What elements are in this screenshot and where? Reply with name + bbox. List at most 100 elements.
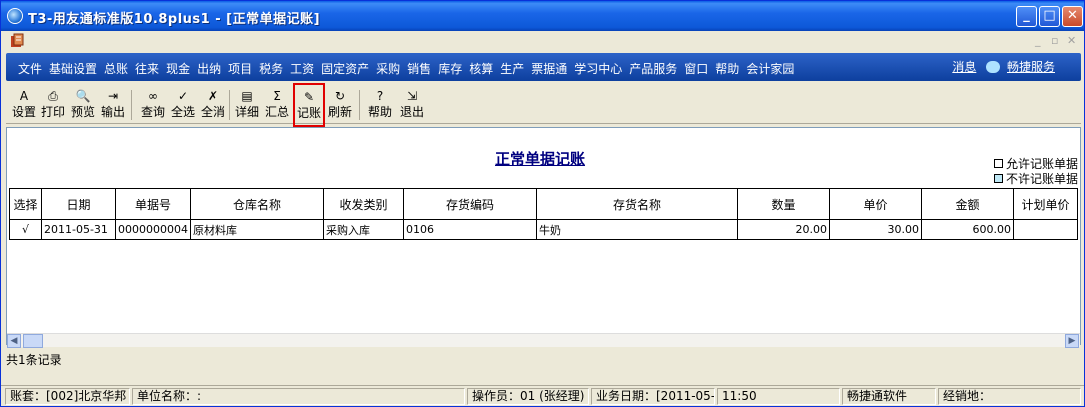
column-header[interactable]: 金额 [921, 188, 1014, 220]
app-window: T3-用友通标准版10.8plus1 - [正常单据记账] _ □ ✕ _ ▫ … [0, 0, 1085, 407]
status-unit: 单位名称：: [132, 388, 465, 405]
summary-icon: Σ [273, 89, 281, 103]
toolbar-button[interactable]: 🔍 预览 [69, 89, 97, 121]
table-cell[interactable]: √ [9, 219, 42, 240]
menu-item[interactable]: 出纳 [197, 60, 221, 77]
toolbar-separator [229, 90, 230, 120]
menu-item[interactable]: 文件 [18, 60, 42, 77]
menu-item[interactable]: 窗口 [684, 60, 708, 77]
toolbar-button[interactable]: Σ 汇总 [263, 89, 291, 121]
column-header[interactable]: 单价 [829, 188, 922, 220]
table-cell[interactable] [1013, 219, 1078, 240]
column-header[interactable]: 存货编码 [403, 188, 537, 220]
menu-item[interactable]: 税务 [259, 60, 283, 77]
column-header[interactable]: 单据号 [115, 188, 191, 220]
legend-not-allowed-label: 不许记账单据 [1005, 172, 1078, 186]
legend: 允许记账单据 不许记账单据 [993, 157, 1078, 187]
toolbar-button[interactable]: ✎ 记账 [293, 83, 325, 127]
menu-item[interactable]: 核算 [469, 60, 493, 77]
menu-item[interactable]: 现金 [166, 60, 190, 77]
binoculars-icon: ∞ [148, 89, 158, 103]
column-header[interactable]: 存货名称 [536, 188, 738, 220]
toolbar-button[interactable]: ? 帮助 [366, 89, 394, 121]
column-header[interactable]: 计划单价 [1013, 188, 1078, 220]
table-cell[interactable]: 原材料库 [190, 219, 324, 240]
menu-item[interactable]: 销售 [407, 60, 431, 77]
column-header[interactable]: 收发类别 [323, 188, 404, 220]
column-header[interactable]: 数量 [737, 188, 830, 220]
menu-item[interactable]: 学习中心 [574, 60, 622, 77]
table-cell[interactable]: 0000000004 [115, 219, 191, 240]
service-link[interactable]: 畅捷服务 [1007, 60, 1055, 74]
menu-item[interactable]: 产品服务 [629, 60, 677, 77]
table-cell[interactable]: 牛奶 [536, 219, 738, 240]
column-header[interactable]: 选择 [9, 188, 42, 220]
detail-icon: ▤ [241, 89, 253, 103]
menu-item[interactable]: 往来 [135, 60, 159, 77]
mdi-restore-icon[interactable]: ▫ [1051, 34, 1058, 47]
menu-item[interactable]: 库存 [438, 60, 462, 77]
menu-item[interactable]: 总账 [104, 60, 128, 77]
record-count: 共1条记录 [6, 353, 62, 367]
toolbar-button-label: 刷新 [327, 105, 352, 119]
maximize-button[interactable]: □ [1039, 6, 1060, 27]
legend-allowed: 允许记账单据 [993, 157, 1078, 172]
table-row[interactable]: √ 2011-05-31 0000000004 原材料库 采购入库 0106 牛奶 20.00… [9, 219, 1078, 240]
menu-item[interactable]: 工资 [290, 60, 314, 77]
menu-item[interactable]: 票据通 [531, 60, 567, 77]
close-button[interactable]: ✕ [1062, 6, 1083, 27]
toolbar-button[interactable]: ✓ 全选 [169, 89, 197, 121]
menu-item[interactable]: 固定资产 [321, 60, 369, 77]
menu-item[interactable]: 采购 [376, 60, 400, 77]
column-header[interactable]: 仓库名称 [190, 188, 324, 220]
table-cell[interactable]: 30.00 [829, 219, 922, 240]
toolbar-button-label: 设置 [11, 105, 36, 119]
toolbar-button[interactable]: ⎙ 打印 [39, 89, 67, 121]
status-distributor: 经销地： [938, 388, 1081, 405]
scroll-right-icon[interactable]: ▶ [1065, 334, 1079, 348]
mdi-minimize-icon[interactable]: _ [1035, 34, 1041, 47]
menu-item[interactable]: 会计家园 [746, 60, 794, 77]
message-link[interactable]: 消息 [952, 60, 976, 74]
toolbar-button[interactable]: ∞ 查询 [139, 89, 167, 121]
toolbar-button-label: 详细 [234, 105, 259, 119]
toolbar-button[interactable]: ▤ 详细 [233, 89, 261, 121]
toolbar-button-label: 退出 [399, 105, 424, 119]
table-header-row: 选择 日期 单据号 仓库名称 收发类别 存货编码 存货名称 数量 单价 金额 计划单价 [9, 188, 1078, 220]
column-header[interactable]: 日期 [41, 188, 116, 220]
document-icon[interactable] [9, 33, 25, 49]
table-cell[interactable]: 0106 [403, 219, 537, 240]
mdi-close-icon[interactable]: ✕ [1067, 34, 1076, 47]
minimize-button[interactable]: _ [1016, 6, 1037, 27]
horizontal-scrollbar[interactable]: ◀ ▶ [7, 333, 1080, 348]
toolbar-button[interactable]: ⇲ 退出 [398, 89, 426, 121]
print-icon: ⎙ [48, 89, 58, 103]
toolbar-button[interactable]: ✗ 全消 [199, 89, 227, 121]
toolbar-button-label: 帮助 [367, 105, 392, 119]
menu-item[interactable]: 帮助 [715, 60, 739, 77]
toolbar-button[interactable]: ⇥ 输出 [99, 89, 127, 121]
toolbar-button-label: 汇总 [264, 105, 289, 119]
toolbar-button[interactable]: A 设置 [10, 89, 38, 121]
scroll-thumb[interactable] [23, 334, 43, 348]
help-icon: ? [376, 89, 384, 103]
menu-item[interactable]: 项目 [228, 60, 252, 77]
menu-item[interactable]: 生产 [500, 60, 524, 77]
status-time: 11:50 [717, 388, 840, 405]
menu-item[interactable]: 基础设置 [49, 60, 97, 77]
menu-items: 文件 基础设置 总账 往来 现金 出纳 项目 税务 工资 固定资产 采购 销售 库存 核算 生产 票据通 学习中… [18, 60, 801, 77]
status-vendor: 畅捷通软件 [842, 388, 936, 405]
legend-not-allowed: 不许记账单据 [993, 172, 1078, 187]
toolbar-separator [131, 90, 132, 120]
table-cell[interactable]: 600.00 [921, 219, 1014, 240]
scroll-left-icon[interactable]: ◀ [7, 334, 21, 348]
status-bar: 账套：[002]北京华邦 单位名称：: 操作员：01 (张经理) 业务日期：[2… [1, 385, 1084, 406]
window-title: T3-用友通标准版10.8plus1 - [正常单据记账] [28, 12, 321, 27]
table-cell[interactable]: 20.00 [737, 219, 830, 240]
toolbar-button[interactable]: ↻ 刷新 [326, 89, 354, 121]
select-all-icon: ✓ [177, 89, 189, 103]
table-cell[interactable]: 采购入库 [323, 219, 404, 240]
legend-allowed-swatch [993, 159, 1003, 168]
table-cell[interactable]: 2011-05-31 [41, 219, 116, 240]
post-icon: ✎ [303, 90, 315, 104]
